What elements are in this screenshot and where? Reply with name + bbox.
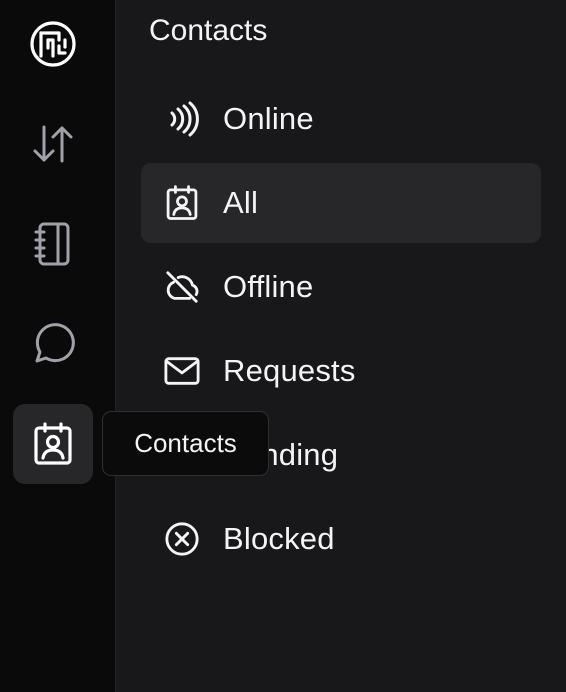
transfers-button[interactable] [13,104,93,184]
icon-rail [0,0,116,692]
chat-bubble-icon [35,323,75,363]
chat-button[interactable] [13,304,93,384]
contact-card-icon [34,422,72,465]
panel-title: Contacts [149,14,268,47]
nav-item-blocked[interactable]: Blocked [141,499,541,579]
notebook-button[interactable] [13,204,93,284]
mail-icon [164,353,200,389]
x-circle-icon [164,521,200,557]
cloud-off-icon [164,269,200,305]
logo-button[interactable] [13,4,93,84]
contacts-panel: Contacts Online All Offline Requests Pen… [116,0,566,692]
nav-item-label: All [223,185,259,220]
nav-item-label: Blocked [223,521,335,556]
nav-item-label: Online [223,101,314,136]
app-window: Contacts Contacts Online All Offline Req… [0,0,566,692]
signal-waves-icon [164,101,200,137]
contacts-button[interactable] [13,404,93,484]
contact-card-icon [164,185,200,221]
notebook-icon [34,222,70,266]
nav-item-label: Offline [223,269,314,304]
nav-item-label: Requests [223,353,356,388]
nav-item-all[interactable]: All [141,163,541,243]
nav-item-offline[interactable]: Offline [141,247,541,327]
contacts-tooltip: Contacts [102,411,269,476]
circuit-logo-icon [30,21,76,67]
arrows-up-down-icon [33,125,73,163]
nav-item-online[interactable]: Online [141,79,541,159]
nav-item-requests[interactable]: Requests [141,331,541,411]
